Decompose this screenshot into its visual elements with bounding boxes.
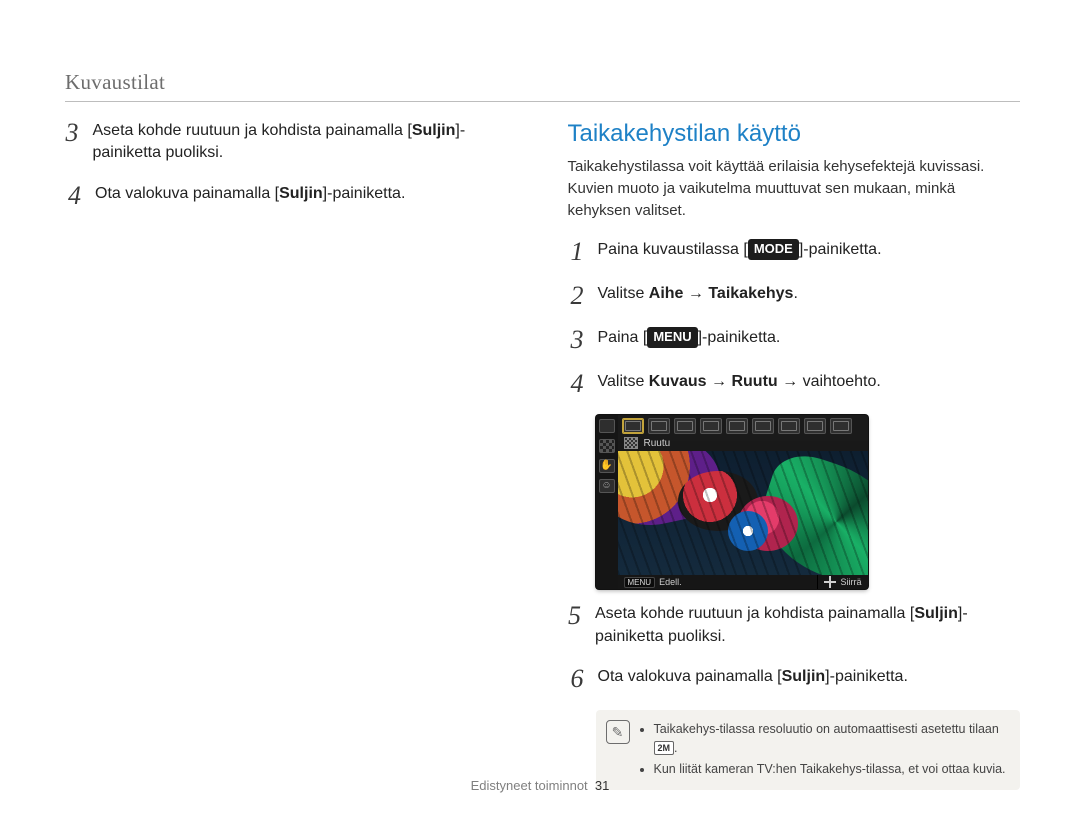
step: 4 Valitse Kuvaus → Ruutu → vaihtoehto. (568, 371, 1021, 397)
footer-section: Edistyneet toiminnot (471, 778, 588, 793)
note-item: Taikakehys-tilassa resoluutio on automaa… (654, 720, 1007, 758)
step-text: Aseta kohde ruutuun ja kohdista painamal… (595, 603, 1020, 648)
step: 4 Ota valokuva painamalla [Suljin]-paini… (65, 183, 518, 209)
lcd-left-sidebar (596, 415, 619, 589)
step-text: Paina kuvaustilassa [MODE]-painiketta. (598, 239, 882, 261)
lcd-preview-image (618, 451, 868, 575)
step-number: 3 (568, 327, 584, 353)
frame-thumb (622, 418, 644, 434)
lcd-option-bar: Ruutu (618, 435, 868, 451)
step: 1 Paina kuvaustilassa [MODE]-painiketta. (568, 239, 1021, 265)
frame-thumb (778, 418, 800, 434)
note-icon: ✎ (606, 720, 630, 744)
frame-thumb (648, 418, 670, 434)
lcd-back-label: Edell. (659, 577, 682, 587)
frame-thumb (804, 418, 826, 434)
lcd-option-label: Ruutu (644, 438, 671, 449)
step-number: 6 (568, 666, 584, 692)
left-column: 3 Aseta kohde ruutuun ja kohdista painam… (65, 120, 518, 790)
step-text: Aseta kohde ruutuun ja kohdista painamal… (93, 120, 518, 165)
step-number: 1 (568, 239, 584, 265)
frame-thumb (830, 418, 852, 434)
note-item: Kun liität kameran TV:hen Taikakehys-til… (654, 760, 1007, 779)
page-footer: Edistyneet toiminnot 31 (0, 778, 1080, 793)
right-column: Taikakehystilan käyttö Taikakehystilassa… (568, 120, 1021, 790)
step-number: 5 (568, 603, 582, 629)
step: 3 Paina [MENU]-painiketta. (568, 327, 1021, 353)
step-text: Ota valokuva painamalla [Suljin]-painike… (598, 666, 908, 688)
subsection-title: Taikakehystilan käyttö (568, 120, 1021, 148)
section-header: Kuvaustilat (65, 70, 1020, 102)
step: 5 Aseta kohde ruutuun ja kohdista painam… (568, 603, 1021, 648)
intro-paragraph: Taikakehystilassa voit käyttää erilaisia… (568, 156, 1021, 221)
grid-icon (599, 439, 615, 453)
menu-chip-icon: MENU (624, 577, 656, 588)
frame-thumb (726, 418, 748, 434)
frame-thumb (752, 418, 774, 434)
dpad-icon (824, 576, 836, 588)
step: 3 Aseta kohde ruutuun ja kohdista painam… (65, 120, 518, 165)
step-number: 4 (568, 371, 584, 397)
option-icon (624, 437, 638, 449)
step-number: 2 (568, 283, 584, 309)
camera-icon (599, 419, 615, 433)
frame-thumb (700, 418, 722, 434)
frame-thumb (674, 418, 696, 434)
mode-button-chip: MODE (748, 239, 799, 260)
lcd-bottom-bar: MENU Edell. Siirrä (618, 575, 868, 589)
step-number: 4 (65, 183, 81, 209)
step-text: Ota valokuva painamalla [Suljin]-painike… (95, 183, 405, 205)
menu-button-chip: MENU (647, 327, 697, 348)
step-number: 3 (65, 120, 79, 146)
page-number: 31 (595, 778, 609, 793)
lcd-move-label: Siirrä (840, 577, 861, 587)
step: 2 Valitse Aihe → Taikakehys. (568, 283, 1021, 309)
step-text: Paina [MENU]-painiketta. (598, 327, 781, 349)
hand-icon (599, 459, 615, 473)
face-icon (599, 479, 615, 493)
resolution-chip: 2M (654, 741, 675, 755)
camera-lcd: Ruutu MENU Edell. (596, 415, 868, 589)
step: 6 Ota valokuva painamalla [Suljin]-paini… (568, 666, 1021, 692)
step-text: Valitse Aihe → Taikakehys. (598, 283, 798, 305)
step-text: Valitse Kuvaus → Ruutu → vaihtoehto. (598, 371, 881, 393)
